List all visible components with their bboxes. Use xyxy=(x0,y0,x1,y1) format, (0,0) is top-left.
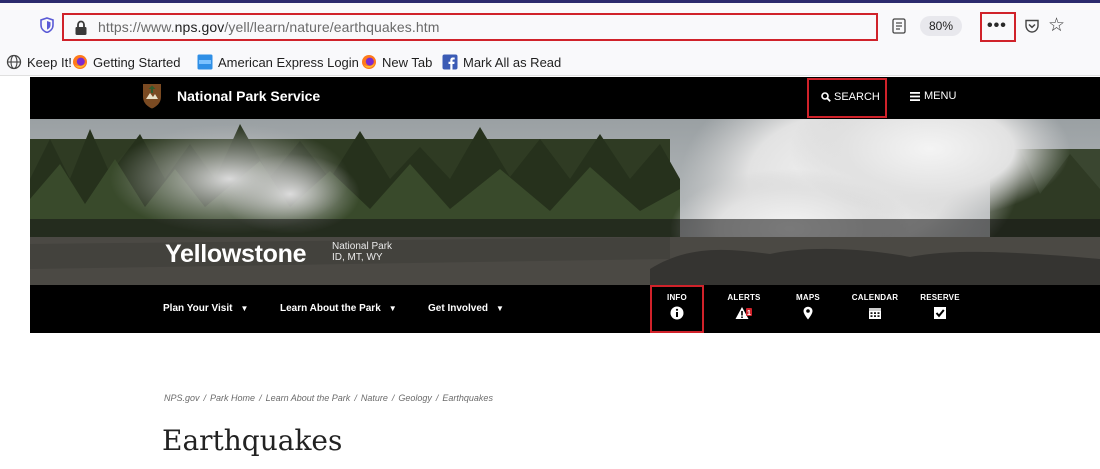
nav-get-involved[interactable]: Get Involved ▼ xyxy=(428,303,504,314)
more-icon: ••• xyxy=(987,17,1007,34)
breadcrumb-link[interactable]: Learn About the Park xyxy=(266,393,351,403)
amex-icon xyxy=(197,54,213,70)
caret-down-icon: ▼ xyxy=(496,304,504,313)
browser-toolbar: https://www.nps.gov/yell/learn/nature/ea… xyxy=(0,0,1100,46)
calendar-icon xyxy=(869,308,881,319)
breadcrumb-separator: / xyxy=(354,393,357,403)
url-bar[interactable]: https://www.nps.gov/yell/learn/nature/ea… xyxy=(62,13,878,41)
bookmarks-toolbar: Keep It! Getting Started American Expres… xyxy=(0,46,1100,76)
nav-label: Learn About the Park xyxy=(280,303,381,314)
search-content: SEARCH xyxy=(821,91,880,103)
url-text[interactable]: https://www.nps.gov/yell/learn/nature/ea… xyxy=(98,19,439,35)
info-icon xyxy=(670,306,684,320)
tracking-protection-shield-icon[interactable] xyxy=(40,17,54,33)
quick-link-alerts[interactable]: ALERTS 1 xyxy=(716,293,772,320)
bookmark-label: American Express Login xyxy=(218,54,359,70)
quick-link-reserve[interactable]: RESERVE xyxy=(912,293,968,320)
breadcrumb-link[interactable]: NPS.gov xyxy=(164,393,200,403)
quick-link-maps[interactable]: MAPS xyxy=(780,293,836,320)
search-icon xyxy=(821,92,831,102)
bookmark-item[interactable]: Keep It! xyxy=(6,53,72,71)
park-designation: National Park ID, MT, WY xyxy=(332,241,392,263)
facebook-icon xyxy=(442,54,458,70)
url-path: /yell/learn/nature/earthquakes.htm xyxy=(224,19,440,35)
park-navigation-bar: Plan Your Visit ▼ Learn About the Park ▼ G… xyxy=(30,285,1100,333)
reader-view-icon[interactable] xyxy=(892,18,906,34)
nav-learn-about-the-park[interactable]: Learn About the Park ▼ xyxy=(280,303,397,314)
map-pin-icon xyxy=(803,306,813,320)
search-label: SEARCH xyxy=(834,91,880,103)
bookmark-star-icon[interactable]: ☆ xyxy=(1048,14,1065,37)
park-hero-banner: Yellowstone National Park ID, MT, WY xyxy=(30,119,1100,285)
park-type: National Park xyxy=(332,241,393,252)
quick-link-calendar[interactable]: CALENDAR xyxy=(847,293,903,320)
nps-site-header: National Park Service SEARCH MENU xyxy=(30,77,1100,119)
pocket-icon[interactable] xyxy=(1024,18,1040,34)
page-title: Earthquakes xyxy=(162,424,343,457)
firefox-icon xyxy=(362,55,376,69)
breadcrumb-link[interactable]: Nature xyxy=(361,393,388,403)
bookmark-label: Mark All as Read xyxy=(463,54,562,70)
park-name[interactable]: Yellowstone xyxy=(165,240,306,269)
caret-down-icon: ▼ xyxy=(388,304,397,313)
breadcrumb: NPS.gov / Park Home / Learn About the Park / N… xyxy=(164,393,493,403)
url-prefix: https://www. xyxy=(98,19,175,35)
page-actions-menu-button[interactable]: ••• xyxy=(980,12,1016,42)
breadcrumb-separator: / xyxy=(391,393,395,403)
firefox-icon xyxy=(73,55,87,69)
nav-plan-your-visit[interactable]: Plan Your Visit ▼ xyxy=(163,303,248,314)
bookmark-item[interactable]: American Express Login xyxy=(197,53,359,71)
quick-link-label: CALENDAR xyxy=(851,293,899,302)
bookmark-item[interactable]: Getting Started xyxy=(72,53,180,71)
zoom-level-button[interactable]: 80% xyxy=(920,16,962,36)
bookmark-item[interactable]: New Tab xyxy=(361,53,432,71)
quick-link-label: INFO xyxy=(667,293,687,302)
alert-badge-count: 1 xyxy=(747,310,751,317)
hamburger-menu-icon xyxy=(910,91,920,101)
globe-icon xyxy=(6,54,22,70)
alert-icon: 1 xyxy=(735,307,752,319)
bookmark-label: Keep It! xyxy=(27,54,72,70)
quick-link-label: RESERVE xyxy=(920,293,960,302)
breadcrumb-link[interactable]: Geology xyxy=(398,393,432,403)
nav-label: Plan Your Visit xyxy=(163,303,233,314)
breadcrumb-separator: / xyxy=(435,393,439,403)
park-states: ID, MT, WY xyxy=(332,252,383,263)
breadcrumb-separator: / xyxy=(203,393,207,403)
quick-link-info[interactable]: INFO xyxy=(649,293,705,320)
nps-arrowhead-logo[interactable] xyxy=(142,83,162,109)
bookmark-label: New Tab xyxy=(382,54,433,70)
breadcrumb-separator: / xyxy=(259,393,262,403)
quick-link-label: MAPS xyxy=(796,293,820,302)
nps-site-name[interactable]: National Park Service xyxy=(177,88,320,104)
nps-search-button[interactable]: SEARCH xyxy=(807,78,887,118)
url-domain: nps.gov xyxy=(174,19,225,35)
bookmark-item[interactable]: Mark All as Read xyxy=(442,53,561,71)
caret-down-icon: ▼ xyxy=(240,304,249,313)
breadcrumb-link[interactable]: Park Home xyxy=(210,393,255,403)
quick-link-label: ALERTS xyxy=(727,293,761,302)
lock-icon[interactable] xyxy=(74,20,88,36)
bookmark-label: Getting Started xyxy=(93,54,181,70)
nps-menu-button[interactable]: MENU xyxy=(910,90,956,102)
menu-label: MENU xyxy=(924,90,957,102)
checkbox-icon xyxy=(934,307,946,319)
breadcrumb-current: Earthquakes xyxy=(442,393,493,403)
nav-label: Get Involved xyxy=(428,303,489,314)
